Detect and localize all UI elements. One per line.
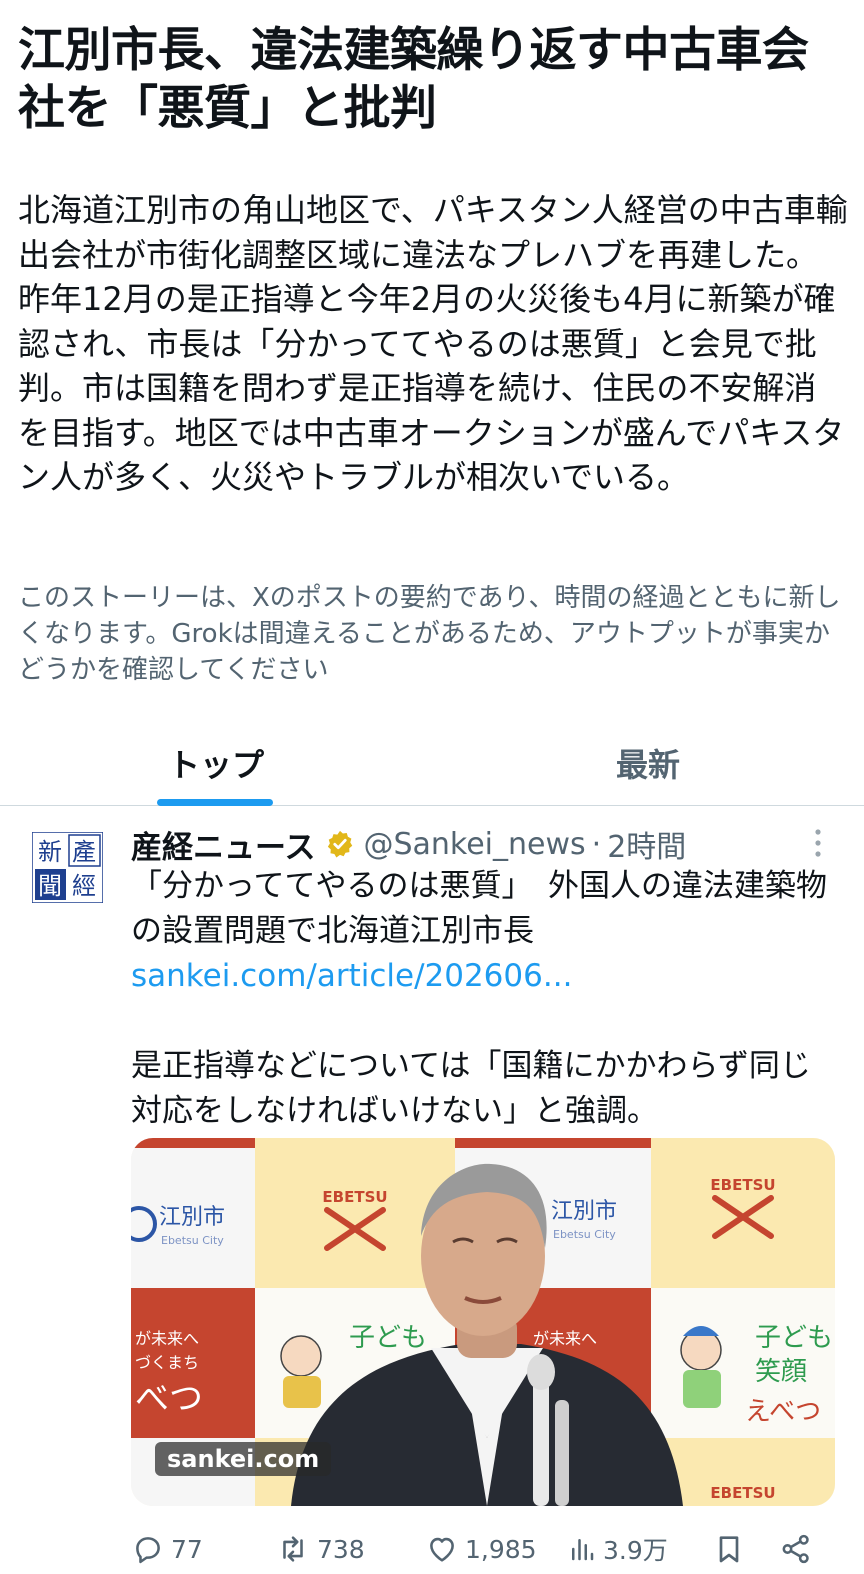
svg-text:EBETSU: EBETSU <box>322 1188 387 1206</box>
backdrop-city-text: 江別市 <box>159 1205 225 1230</box>
heart-icon <box>430 1537 454 1562</box>
svg-text:が未来へ: が未来へ <box>135 1329 199 1348</box>
svg-text:聞: 聞 <box>38 872 62 900</box>
like-button[interactable]: 1,985 <box>425 1528 537 1570</box>
grok-disclaimer: このストーリーは、Xのポストの要約であり、時間の経過とともに新しくなります。Gr… <box>18 583 841 685</box>
verified-badge-icon <box>328 830 353 858</box>
svg-text:經: 經 <box>72 872 96 900</box>
views-icon <box>572 1539 594 1561</box>
share-icon <box>782 1534 809 1564</box>
svg-text:EBETSU: EBETSU <box>710 1484 775 1502</box>
views-count: 3.9万 <box>603 1536 668 1565</box>
views-button[interactable]: 3.9万 <box>567 1528 668 1570</box>
bookmark-icon <box>719 1536 739 1563</box>
repost-button[interactable]: 738 <box>275 1528 365 1570</box>
story-summary: 北海道江別市の角山地区で、パキスタン人経営の中古車輸出会社が市街化調整区域に違法… <box>18 191 848 496</box>
post-time[interactable]: 2時間 <box>607 822 686 866</box>
reply-icon <box>136 1537 160 1564</box>
svg-text:づくまち: づくまち <box>135 1353 199 1372</box>
author-handle[interactable]: @Sankei_news <box>363 827 585 862</box>
svg-text:子ども: 子ども <box>755 1323 833 1353</box>
svg-text:えべつ: えべつ <box>745 1397 821 1427</box>
svg-text:子ども: 子ども <box>349 1323 427 1353</box>
tab-latest-label: 最新 <box>615 746 680 784</box>
story-title: 江別市長、違法建築繰り返す中古車会社を「悪質」と批判 <box>18 23 809 136</box>
media-source-label: sankei.com <box>155 1442 332 1476</box>
svg-text:新: 新 <box>38 838 62 866</box>
tab-latest[interactable]: 最新 <box>432 720 864 806</box>
like-count: 1,985 <box>465 1534 537 1564</box>
svg-text:Ebetsu City: Ebetsu City <box>553 1228 616 1241</box>
bookmark-button[interactable] <box>713 1528 751 1570</box>
svg-text:EBETSU: EBETSU <box>710 1176 775 1194</box>
repost-icon <box>283 1536 303 1562</box>
active-tab-indicator <box>157 799 273 806</box>
svg-text:べつ: べつ <box>135 1379 203 1419</box>
post-image[interactable]: 江別市 Ebetsu City 江別市 Ebetsu City EBETSU E… <box>131 1138 835 1506</box>
svg-text:が未来へ: が未来へ <box>533 1329 597 1348</box>
svg-text:笑顔: 笑顔 <box>755 1357 807 1387</box>
post-text-body: 是正指導などについては「国籍にかかわらず同じ対応をしなければいけない」と強調。 <box>131 1048 811 1129</box>
post-link[interactable]: sankei.com/article/202606... <box>131 954 841 999</box>
svg-text:產: 產 <box>72 838 96 866</box>
separator-dot: · <box>591 826 602 862</box>
post-text: 「分かっててやるのは悪質」 外国人の違法建築物の設置問題で北海道江別市長 san… <box>131 864 841 1134</box>
post-actions: 77 738 1,985 3.9万 <box>131 1528 831 1570</box>
more-icon[interactable] <box>806 826 830 860</box>
post-text-headline: 「分かっててやるのは悪質」 外国人の違法建築物の設置問題で北海道江別市長 <box>131 868 827 949</box>
svg-text:江別市: 江別市 <box>551 1199 617 1224</box>
post-header: 産経ニュース @Sankei_news · 2時間 <box>131 822 831 866</box>
tab-top-label: トップ <box>167 746 264 784</box>
svg-text:Ebetsu City: Ebetsu City <box>161 1234 224 1247</box>
reply-count: 77 <box>171 1534 203 1564</box>
author-name[interactable]: 産経ニュース <box>131 822 315 867</box>
reply-button[interactable]: 77 <box>131 1528 203 1570</box>
share-button[interactable] <box>779 1528 819 1570</box>
avatar[interactable]: 產 經 新 聞 <box>32 832 103 903</box>
tab-bar: トップ 最新 <box>0 720 864 806</box>
tab-top[interactable]: トップ <box>0 720 432 806</box>
repost-count: 738 <box>317 1534 365 1564</box>
